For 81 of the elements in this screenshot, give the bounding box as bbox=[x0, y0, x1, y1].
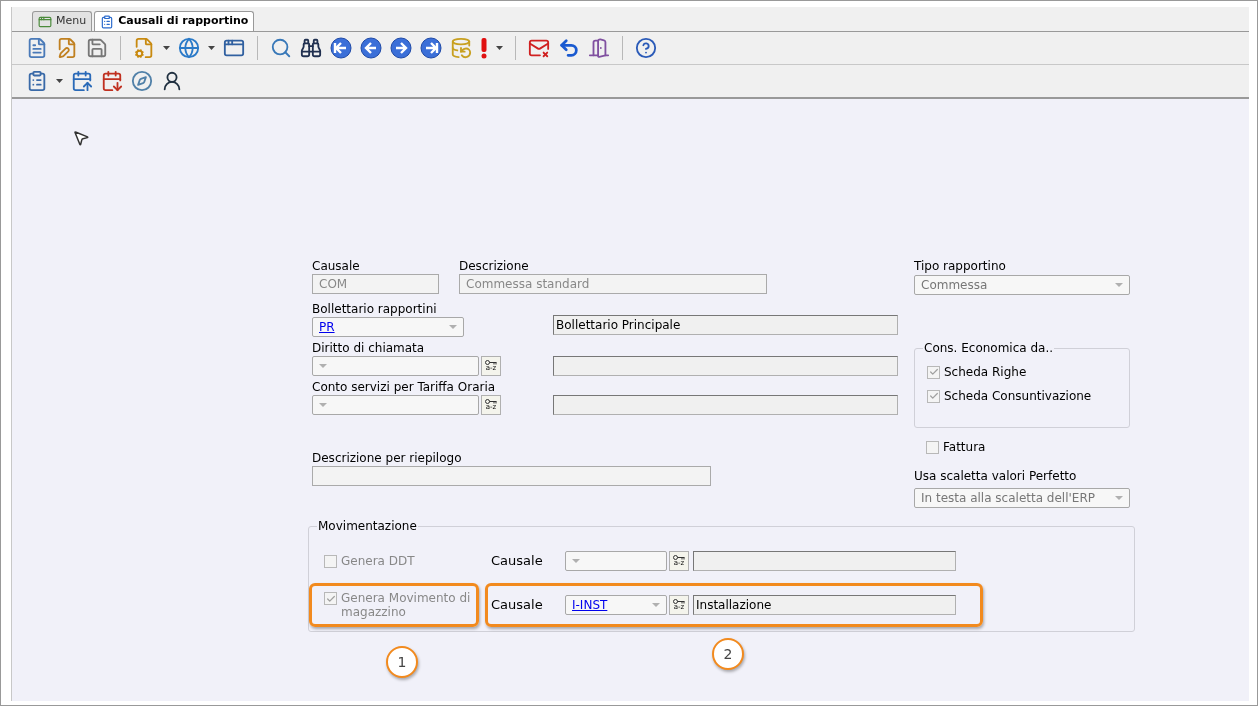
dropdown-caret-icon[interactable] bbox=[496, 46, 503, 50]
previous-record-icon[interactable] bbox=[360, 37, 382, 59]
person-icon[interactable] bbox=[161, 70, 183, 92]
dropdown-caret-icon bbox=[449, 325, 457, 329]
dropdown[interactable] bbox=[312, 356, 479, 376]
dropdown-caret-icon bbox=[572, 559, 580, 563]
dropdown[interactable]: Commessa bbox=[914, 275, 1130, 295]
dropdown-caret-icon bbox=[1115, 283, 1123, 287]
check-icon bbox=[928, 391, 939, 401]
field-label: Tipo rapportino bbox=[914, 259, 1007, 273]
dropdown-caret-icon bbox=[652, 603, 660, 607]
binoculars-icon[interactable] bbox=[300, 37, 322, 59]
dropdown-caret-icon[interactable] bbox=[56, 79, 63, 83]
edit-document-icon[interactable] bbox=[56, 37, 78, 59]
dropdown-caret-icon[interactable] bbox=[163, 46, 170, 50]
dropdown-caret-icon[interactable] bbox=[208, 46, 215, 50]
checkbox[interactable] bbox=[926, 440, 939, 454]
field-label: Conto servizi per Tariffa Oraria bbox=[312, 380, 497, 394]
calendar-arrow-icon[interactable] bbox=[101, 70, 123, 92]
dropdown-caret-icon bbox=[1115, 496, 1123, 500]
text-field[interactable] bbox=[553, 395, 898, 415]
dropdown[interactable]: PR bbox=[312, 317, 464, 337]
dropdown-caret-icon bbox=[319, 364, 327, 368]
group-title: Movimentazione bbox=[317, 519, 418, 533]
check-icon bbox=[325, 593, 336, 604]
save-icon[interactable] bbox=[86, 37, 108, 59]
field-label: Causale bbox=[312, 259, 361, 273]
field-label: Bollettario rapportini bbox=[312, 302, 438, 316]
dropdown[interactable]: I-INST bbox=[565, 595, 667, 615]
document-gear-icon[interactable] bbox=[133, 37, 155, 59]
field-label: Scheda Consuntivazione bbox=[944, 389, 1092, 403]
key-icon bbox=[673, 555, 685, 560]
field-label: Fattura bbox=[943, 440, 986, 454]
search-icon[interactable] bbox=[270, 37, 292, 59]
key-icon bbox=[673, 599, 685, 604]
field-label: Descrizione per riepilogo bbox=[312, 451, 463, 465]
checkbox[interactable] bbox=[927, 389, 940, 403]
dropdown[interactable] bbox=[312, 395, 479, 415]
dropdown-caret-icon bbox=[319, 403, 327, 407]
exclamation-icon[interactable] bbox=[480, 37, 488, 59]
first-record-icon[interactable] bbox=[330, 37, 352, 59]
list-icon bbox=[100, 14, 115, 29]
tab[interactable]: Causali di rapportino bbox=[94, 11, 255, 31]
dropdown[interactable]: In testa alla scaletta dell'ERP bbox=[914, 488, 1130, 508]
checkbox[interactable] bbox=[324, 555, 337, 568]
calendar-arrow-icon[interactable] bbox=[71, 70, 93, 92]
next-record-icon[interactable] bbox=[390, 37, 412, 59]
check-icon bbox=[928, 367, 939, 377]
checkbox[interactable] bbox=[927, 365, 940, 379]
text-field[interactable]: Bollettario Principale bbox=[553, 315, 898, 335]
field-label: Usa scaletta valori Perfetto bbox=[914, 469, 1077, 483]
exit-door-icon[interactable] bbox=[588, 37, 610, 59]
checkbox-label: Genera Movimento di magazzino bbox=[341, 591, 472, 619]
mouse-pointer-icon bbox=[72, 129, 90, 147]
clipboard-icon[interactable] bbox=[26, 70, 48, 92]
key-icon bbox=[485, 360, 497, 365]
field-label: Causale bbox=[491, 596, 544, 615]
key-icon bbox=[485, 399, 497, 404]
field-label: Diritto di chiamata bbox=[312, 341, 426, 355]
dropdown[interactable] bbox=[565, 551, 667, 571]
field-label: Descrizione bbox=[459, 259, 530, 273]
tab[interactable]: Menu bbox=[32, 11, 93, 31]
field-label: Causale bbox=[491, 552, 544, 571]
globe-icon[interactable] bbox=[178, 37, 200, 59]
last-record-icon[interactable] bbox=[420, 37, 442, 59]
group-title: Cons. Economica da.. bbox=[923, 341, 1055, 355]
new-document-icon[interactable] bbox=[26, 37, 48, 59]
checkbox[interactable] bbox=[324, 592, 337, 605]
field-label: Scheda Righe bbox=[944, 365, 1027, 379]
checkbox-label: Genera DDT bbox=[341, 554, 416, 568]
text-field[interactable] bbox=[312, 466, 711, 486]
callout-badge: 1 bbox=[386, 646, 418, 678]
database-refresh-icon[interactable] bbox=[450, 37, 472, 59]
text-field[interactable] bbox=[553, 356, 898, 376]
undo-icon[interactable] bbox=[558, 37, 580, 59]
text-field[interactable]: Installazione bbox=[693, 595, 956, 615]
help-icon[interactable] bbox=[635, 37, 657, 59]
callout-badge: 2 bbox=[712, 638, 744, 670]
text-field[interactable] bbox=[693, 551, 956, 571]
compass-icon[interactable] bbox=[131, 70, 153, 92]
mail-delete-icon[interactable] bbox=[528, 37, 550, 59]
